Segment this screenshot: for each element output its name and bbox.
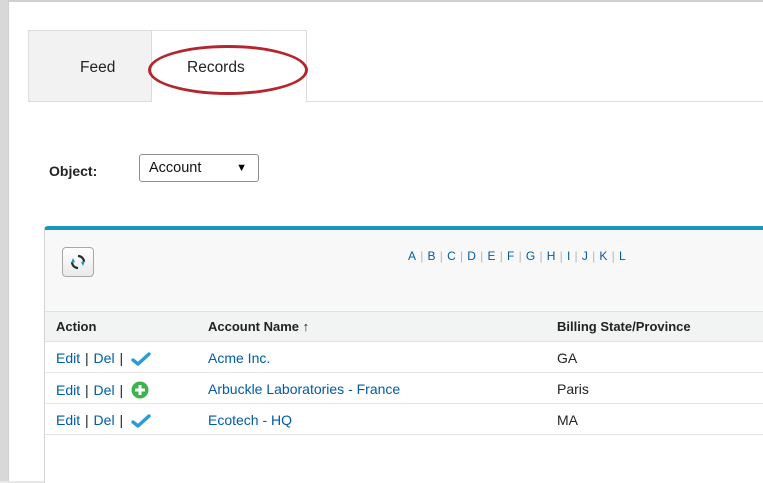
window-left-border: [0, 0, 8, 483]
billing-state-value: Paris: [557, 381, 589, 397]
row-actions: Edit | Del |: [56, 412, 151, 429]
alphabet-separator: |: [459, 249, 464, 263]
delete-link[interactable]: Del: [94, 350, 115, 366]
alphabet-separator: |: [539, 249, 543, 263]
column-header-account-name[interactable]: Account Name ↑: [208, 319, 309, 334]
tab-feed-label: Feed: [80, 59, 116, 76]
separator: |: [119, 412, 124, 428]
alphabet-separator: |: [574, 249, 578, 263]
alphabet-filter-f[interactable]: F: [507, 249, 515, 263]
alphabet-separator: |: [592, 249, 596, 263]
alphabet-separator: |: [499, 249, 504, 263]
window-top-border: [8, 0, 763, 2]
alphabet-filter-k[interactable]: K: [599, 249, 607, 263]
check-icon[interactable]: [131, 413, 151, 429]
table-row: Edit | Del | Acme Inc. GA: [45, 342, 763, 373]
separator: |: [85, 412, 89, 428]
edit-link[interactable]: Edit: [56, 382, 80, 398]
alphabet-separator: |: [439, 249, 444, 263]
billing-state-value: GA: [557, 350, 578, 366]
separator: |: [119, 350, 124, 366]
delete-link[interactable]: Del: [94, 382, 115, 398]
table-header-row: Action Account Name ↑ Billing State/Prov…: [45, 311, 763, 342]
alphabet-filter-l[interactable]: L: [619, 249, 626, 263]
account-name-link[interactable]: Acme Inc.: [208, 350, 270, 366]
refresh-icon: [70, 254, 86, 270]
row-actions: Edit | Del |: [56, 350, 151, 367]
tab-feed[interactable]: Feed: [28, 30, 152, 101]
highlight-annotation-ellipse: [148, 45, 308, 95]
plus-circle-icon[interactable]: [131, 381, 149, 399]
edit-link[interactable]: Edit: [56, 412, 80, 428]
refresh-button[interactable]: [62, 247, 94, 277]
alphabet-separator: |: [518, 249, 522, 263]
account-name-link[interactable]: Arbuckle Laboratories - France: [208, 381, 400, 397]
alphabet-separator: |: [480, 249, 484, 263]
alphabet-filter-d[interactable]: D: [467, 249, 476, 263]
dropdown-caret-icon: ▼: [236, 162, 247, 174]
object-select[interactable]: Account ▼: [139, 154, 259, 182]
table-row: Edit | Del | Arbuckle Laboratories - Fra…: [45, 373, 763, 404]
separator: |: [119, 382, 124, 398]
object-label: Object:: [49, 163, 98, 179]
column-header-billing-state[interactable]: Billing State/Province: [557, 319, 691, 334]
separator: |: [85, 382, 89, 398]
separator: |: [85, 350, 89, 366]
tab-bar-baseline: [28, 101, 763, 102]
alphabet-separator: |: [420, 249, 424, 263]
object-select-value: Account: [149, 160, 202, 176]
table-row: Edit | Del | Ecotech - HQ MA: [45, 404, 763, 435]
billing-state-value: MA: [557, 412, 578, 428]
alphabet-separator: |: [559, 249, 563, 263]
window-left-border-line: [8, 0, 9, 483]
alphabet-filter-h[interactable]: H: [547, 249, 556, 263]
alphabet-filter-b[interactable]: B: [428, 249, 436, 263]
alphabet-filter-i[interactable]: I: [567, 249, 571, 263]
edit-link[interactable]: Edit: [56, 350, 80, 366]
alphabet-filter-e[interactable]: E: [488, 249, 496, 263]
account-name-link[interactable]: Ecotech - HQ: [208, 412, 292, 428]
alphabet-filter-a[interactable]: A: [408, 249, 416, 263]
alphabet-separator: |: [611, 249, 615, 263]
alphabet-filter: A | B | C | D | E | F | G | H | I | J | K | L: [408, 249, 626, 263]
column-header-action[interactable]: Action: [56, 319, 96, 334]
row-actions: Edit | Del |: [56, 381, 149, 399]
check-icon[interactable]: [131, 351, 151, 367]
delete-link[interactable]: Del: [94, 412, 115, 428]
alphabet-filter-c[interactable]: C: [447, 249, 456, 263]
